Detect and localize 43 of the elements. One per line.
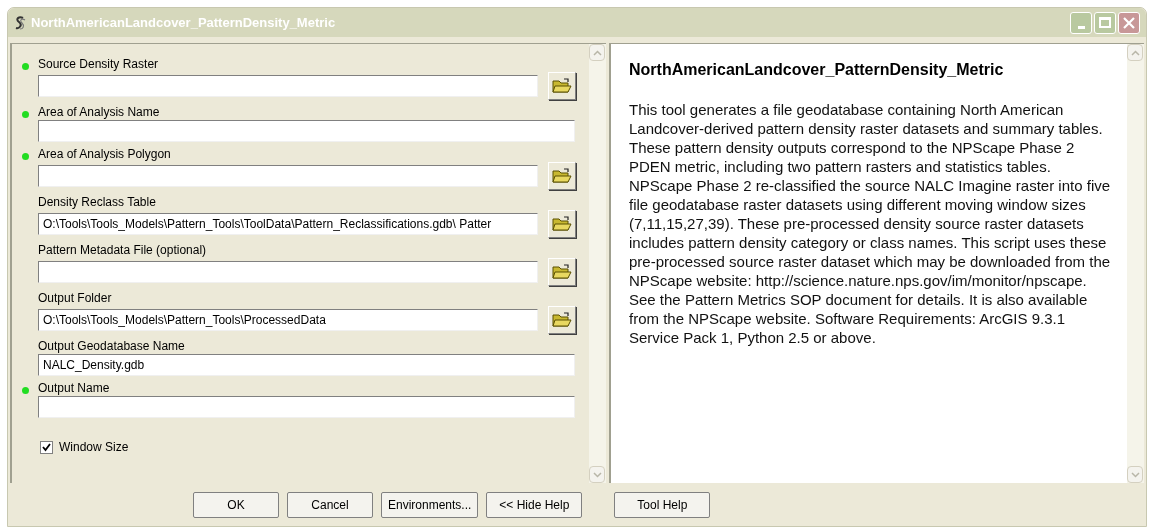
parameter-field[interactable] <box>38 261 538 283</box>
folder-icon <box>552 168 572 184</box>
parameter-field[interactable]: O:\Tools\Tools_Models\Pattern_Tools\ToolData\Pattern_Reclassifications.gdb\ Patter <box>38 213 538 235</box>
folder-icon <box>552 78 572 94</box>
parameter-field[interactable] <box>38 75 538 97</box>
window-title: NorthAmericanLandcover_PatternDensity_Metric <box>31 13 337 32</box>
script-icon <box>14 15 26 30</box>
parameter-field[interactable] <box>38 120 575 142</box>
parameter-field[interactable] <box>38 165 538 187</box>
parameter-label: Source Density Raster <box>38 56 159 73</box>
folder-icon <box>552 312 572 328</box>
parameter-field[interactable]: NALC_Density.gdb <box>38 354 575 376</box>
parameter-field[interactable]: O:\Tools\Tools_Models\Pattern_Tools\ProcessedData <box>38 309 538 331</box>
parameter-label: Density Reclass Table <box>38 194 156 211</box>
checkbox-label: Window Size <box>59 439 129 456</box>
parameter-field[interactable] <box>38 396 575 418</box>
browse-button[interactable] <box>548 72 576 100</box>
dialog-button[interactable]: OK <box>193 491 279 518</box>
chevron-up-icon <box>1130 49 1140 56</box>
dialog-button[interactable]: Tool Help <box>614 491 711 518</box>
folder-icon <box>552 216 572 232</box>
close-button[interactable] <box>1118 11 1140 34</box>
parameter-label: Pattern Metadata File (optional) <box>38 242 207 259</box>
dialog-button[interactable]: Environments... <box>381 491 479 518</box>
dialog-button[interactable]: Cancel <box>287 491 373 518</box>
parameter-label: Output Folder <box>38 290 112 307</box>
chevron-down-icon <box>592 471 602 478</box>
close-icon <box>1123 16 1135 29</box>
chevron-down-icon <box>1130 471 1140 478</box>
help-title: NorthAmericanLandcover_PatternDensity_Metric <box>629 60 1005 80</box>
browse-button[interactable] <box>548 162 576 190</box>
browse-button[interactable] <box>548 306 576 334</box>
folder-icon <box>552 264 572 280</box>
parameter-label: Output Geodatabase Name <box>38 338 185 355</box>
chevron-up-icon <box>592 49 602 56</box>
parameter-label: Area of Analysis Name <box>38 104 160 121</box>
help-text: This tool generates a file geodatabase containing North American Landcover-derived pattern density raster datasets and summary tables. These pattern density outputs correspond to the NPScape Phase 2 PDEN metric, including two pattern rasters and statistics tables. NPScape Phase 2 re-classified the source NALC Imagine raster into five file geodatabase raster datasets using different moving window sizes (7,11,15,27,39). These pre-processed density source raster datasets includes pattern density category or class names. This script uses these pre-processed source raster dataset which may be downloaded from the NPScape website: http://science.nature.nps.gov/im/monitor/npscape. See the Pattern Metrics SOP document for details. It is also available from the NPScape website. Software Requirements: ArcGIS 9.3.1 Service Pack 1, Python 2.5 or above. <box>629 100 1112 347</box>
browse-button[interactable] <box>548 210 576 238</box>
dialog-button[interactable]: << Hide Help <box>486 491 583 518</box>
parameter-label: Area of Analysis Polygon <box>38 146 171 163</box>
checkbox[interactable] <box>40 440 53 454</box>
browse-button[interactable] <box>548 258 576 286</box>
parameter-label: Output Name <box>38 380 110 397</box>
